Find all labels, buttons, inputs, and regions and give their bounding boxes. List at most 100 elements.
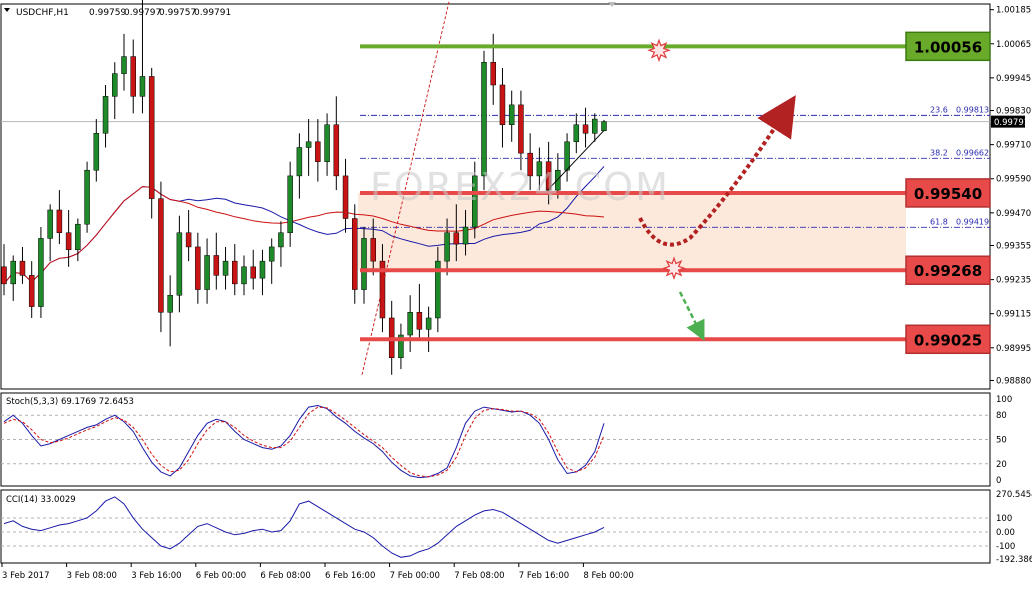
- fib-ratio-label: 38.2: [930, 148, 948, 157]
- candle-body: [185, 232, 192, 248]
- candle-body: [121, 56, 127, 74]
- price-tick-label: 0.98995: [996, 344, 1031, 354]
- candle-body: [204, 255, 210, 290]
- candle-body: [305, 141, 312, 148]
- candle-body: [407, 312, 413, 336]
- level-badge-label: 0.99025: [914, 331, 982, 349]
- fib-price-label: 0.99813: [956, 105, 989, 114]
- candle-body: [508, 104, 515, 126]
- candle-body: [361, 238, 367, 290]
- candle-body: [176, 232, 183, 296]
- stoch-signal-line: [3, 406, 605, 478]
- time-tick-label: 7 Feb 00:00: [390, 571, 440, 581]
- candle-body: [28, 275, 35, 307]
- candle-body: [416, 312, 423, 330]
- candle-body: [195, 246, 201, 290]
- candle-body: [453, 232, 460, 245]
- candle-body: [287, 175, 293, 233]
- candle-body: [38, 238, 44, 307]
- candle-body: [601, 121, 607, 131]
- candle-body: [222, 260, 229, 276]
- cci-tick-label: 100: [996, 514, 1012, 524]
- dropdown-triangle-icon: [4, 8, 10, 12]
- candle-body: [296, 147, 303, 177]
- candle-body: [65, 232, 72, 251]
- resistance-burst-icon: [647, 38, 671, 63]
- candle-body: [112, 73, 118, 97]
- cci-tick-label: -192.3862: [996, 555, 1032, 565]
- cci-tick-label: 270.5454: [996, 490, 1032, 500]
- time-tick-label: 6 Feb 08:00: [260, 571, 310, 581]
- candle-body: [481, 61, 487, 177]
- candle-body: [241, 266, 247, 285]
- time-tick-label: 7 Feb 08:00: [454, 571, 504, 581]
- candle-body: [130, 56, 136, 97]
- time-tick-label: 6 Feb 00:00: [196, 571, 246, 581]
- candle-body: [342, 175, 349, 219]
- bearish-scenario-arrow: [678, 291, 705, 341]
- candle-body: [333, 124, 340, 177]
- candle-body: [573, 124, 580, 143]
- stoch-tick-label: 20: [996, 460, 1007, 470]
- candle-body: [592, 118, 598, 134]
- candle-body: [250, 266, 256, 279]
- candle-body: [19, 260, 26, 276]
- candle-body: [268, 246, 275, 262]
- candle-body: [102, 96, 109, 134]
- price-tick-label: 0.98880: [996, 376, 1031, 386]
- candle-body: [462, 226, 469, 245]
- price-tick-label: 0.99830: [996, 107, 1031, 117]
- price-tick-label: 0.99710: [996, 141, 1031, 151]
- price-tick-label: 0.99235: [996, 276, 1031, 286]
- candle-body: [490, 61, 496, 86]
- candle-body: [370, 238, 376, 262]
- chart-svg: 1.00185 1.00065 0.99945 0.99830 0.99710 0.995…: [0, 0, 1032, 581]
- fib-price-label: 0.99419: [956, 217, 989, 226]
- candle-body: [232, 260, 238, 285]
- candle-body: [278, 232, 284, 248]
- fib-ratio-label: 23.6: [930, 105, 948, 114]
- chart-window: 1.00185 1.00065 0.99945 0.99830 0.99710 0.995…: [0, 0, 1032, 588]
- price-tick-label: 0.99590: [996, 175, 1031, 185]
- time-tick-label: 3 Feb 2017: [2, 571, 50, 581]
- time-tick-label: 3 Feb 08:00: [67, 571, 117, 581]
- cci-tick-label: -100: [996, 542, 1015, 552]
- header-close: 0.99791: [194, 8, 231, 18]
- candle-body: [499, 84, 506, 126]
- time-tick-label: 3 Feb 16:00: [131, 571, 181, 581]
- candle-body: [167, 294, 173, 313]
- price-tick-label: 1.00185: [996, 6, 1031, 16]
- candle-body: [93, 133, 100, 171]
- cci-tick-label: 0.00: [996, 528, 1015, 538]
- stoch-tick-label: 80: [996, 411, 1007, 421]
- watermark: FOREX24.COM: [370, 165, 670, 209]
- stoch-tick-label: 100: [996, 395, 1012, 405]
- candle-body: [148, 76, 155, 199]
- price-tick-label: 0.99945: [996, 74, 1031, 84]
- candle-body: [444, 232, 450, 262]
- symbol-header: USDCHF,H1: [16, 8, 69, 18]
- level-badge-label: 0.99540: [914, 185, 982, 203]
- stoch-label: Stoch(5,3,3) 69.1769 72.6453: [6, 397, 134, 407]
- candle-body: [10, 260, 16, 285]
- candle-body: [425, 317, 432, 330]
- candle-body: [75, 223, 81, 251]
- candle-body: [582, 124, 589, 134]
- fib-price-label: 0.99662: [956, 148, 989, 157]
- header-low: 0.99757: [159, 8, 196, 18]
- candle-body: [1, 266, 7, 285]
- cci-panel-frame: [0, 489, 991, 564]
- time-tick-label: 7 Feb 16:00: [519, 571, 569, 581]
- stoch-tick-label: 0: [996, 476, 1001, 486]
- price-tick-label: 0.99355: [996, 242, 1031, 252]
- candle-body: [84, 169, 90, 225]
- stoch-main-line: [3, 404, 605, 479]
- candle-body: [47, 209, 53, 239]
- stoch-tick-label: 50: [996, 436, 1007, 446]
- support-burst-icon: [662, 256, 686, 280]
- cci-line: [3, 496, 605, 558]
- price-tick-label: 0.99470: [996, 209, 1031, 219]
- time-tick-label: 6 Feb 16:00: [325, 571, 375, 581]
- price-tick-label: 1.00065: [996, 40, 1031, 50]
- price-tick-label: 0.99115: [996, 310, 1031, 320]
